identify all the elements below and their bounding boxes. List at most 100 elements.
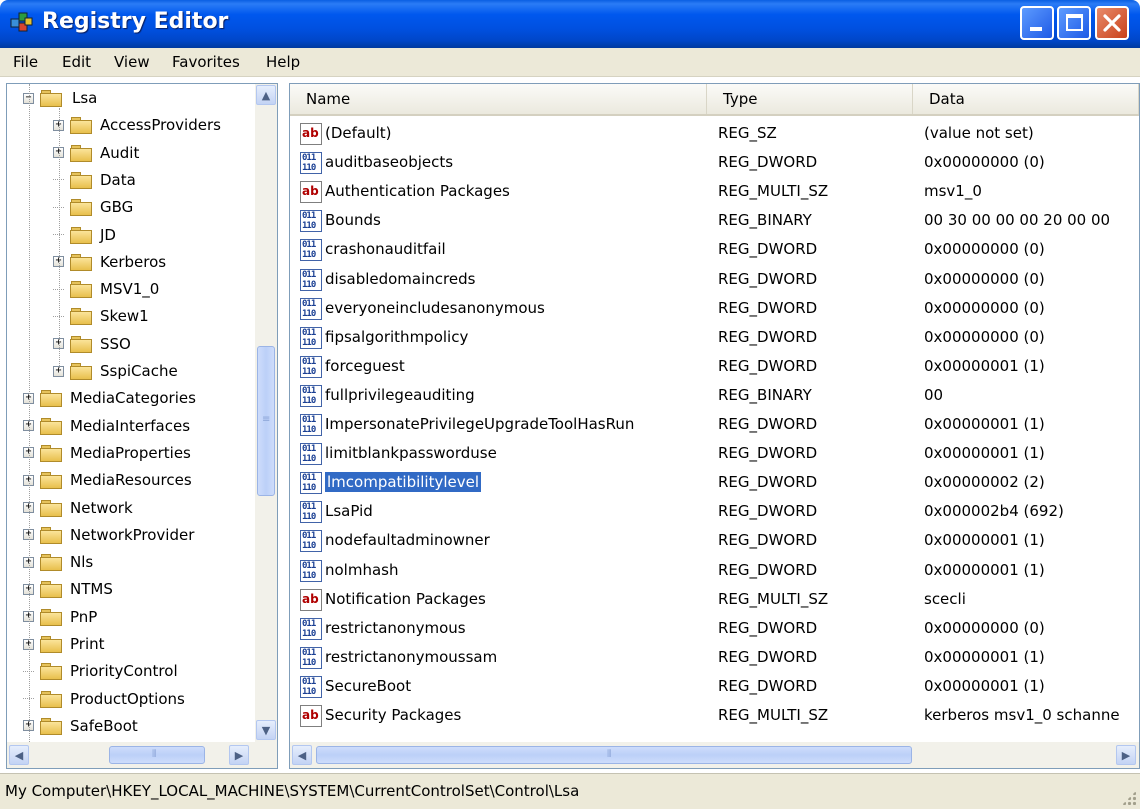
tree-item-ntms[interactable]: + NTMS — [23, 578, 113, 600]
value-name[interactable]: lmcompatibilitylevel — [323, 471, 483, 494]
tree-item-mediaproperties[interactable]: + MediaProperties — [23, 442, 191, 464]
value-name[interactable]: ImpersonatePrivilegeUpgradeToolHasRun — [325, 415, 634, 433]
minimize-button[interactable] — [1020, 6, 1054, 40]
value-name[interactable]: fullprivilegeauditing — [325, 386, 475, 404]
menu-favorites[interactable]: Favorites — [172, 53, 240, 71]
list-row[interactable]: 011 110 Bounds REG_BINARY 00 30 00 00 00 20… — [290, 207, 1139, 236]
tree-item-productoptions[interactable]: ProductOptions — [23, 688, 185, 710]
menu-file[interactable]: File — [13, 53, 38, 71]
folder-icon — [40, 389, 64, 408]
value-name[interactable]: SecureBoot — [325, 677, 411, 695]
list-row[interactable]: 011 110 auditbaseobjects REG_DWORD 0x000000… — [290, 149, 1139, 178]
value-name[interactable]: everyoneincludesanonymous — [325, 299, 545, 317]
value-name[interactable]: Authentication Packages — [325, 182, 510, 200]
tree-scroll-right-button[interactable]: ▶ — [229, 745, 249, 765]
tree-scroll-up-button[interactable]: ▲ — [256, 85, 276, 105]
value-name[interactable]: crashonauditfail — [325, 240, 446, 258]
value-name[interactable]: Security Packages — [325, 706, 461, 724]
list-row[interactable]: 011 110 crashonauditfail REG_DWORD 0x000000… — [290, 236, 1139, 265]
list-row[interactable]: ab Authentication Packages REG_MULTI_SZ msv… — [290, 178, 1139, 207]
column-header-type[interactable]: Type — [707, 84, 913, 114]
list-row[interactable]: 011 110 ImpersonatePrivilegeUpgradeToolHa… — [290, 411, 1139, 440]
maximize-button[interactable] — [1057, 6, 1091, 40]
values-list-pane[interactable]: Name Type Data ab (Default) REG_SZ (value n… — [289, 83, 1140, 769]
tree-item-network[interactable]: + Network — [23, 497, 133, 519]
value-name[interactable]: auditbaseobjects — [325, 153, 453, 171]
value-name[interactable]: nolmhash — [325, 561, 398, 579]
tree-item-audit[interactable]: + Audit — [53, 142, 139, 164]
list-row[interactable]: 011 110 everyoneincludesanonymous REG_DWOR… — [290, 295, 1139, 324]
list-row[interactable]: 011 110 SecureBoot REG_DWORD 0x00000001 (1) — [290, 673, 1139, 702]
tree-item-sso[interactable]: + SSO — [53, 333, 131, 355]
tree-item-accessproviders[interactable]: + AccessProviders — [53, 114, 221, 136]
tree-scroll-thumb[interactable]: ≡ — [257, 346, 275, 496]
list-row[interactable]: 011 110 limitblankpassworduse REG_DWORD 0x0… — [290, 440, 1139, 469]
value-name[interactable]: Bounds — [325, 211, 381, 229]
tree-item-safeboot[interactable]: + SafeBoot — [23, 715, 138, 737]
column-header-data[interactable]: Data — [913, 84, 1139, 114]
list-row[interactable]: 011 110 LsaPid REG_DWORD 0x000002b4 (692) — [290, 498, 1139, 527]
list-row[interactable]: 011 110 fullprivilegeauditing REG_BINARY 00 — [290, 382, 1139, 411]
list-row[interactable]: ab (Default) REG_SZ (value not set) — [290, 120, 1139, 149]
tree-item-msv1-0[interactable]: MSV1_0 — [53, 278, 159, 300]
resize-grip-icon[interactable] — [1122, 791, 1136, 805]
tree-item-nls[interactable]: + Nls — [23, 551, 93, 573]
key-tree-pane[interactable]: − Lsa + AccessProviders + Audit Data GBG JD + Kerb… — [6, 83, 278, 769]
list-scroll-left-button[interactable]: ◀ — [292, 745, 312, 765]
list-row[interactable]: 011 110 disabledomaincreds REG_DWORD 0x0000… — [290, 266, 1139, 295]
menu-edit[interactable]: Edit — [62, 53, 91, 71]
list-row[interactable]: 011 110 nodefaultadminowner REG_DWORD 0x000… — [290, 527, 1139, 556]
folder-icon — [70, 144, 94, 162]
list-row[interactable]: 011 110 restrictanonymous REG_DWORD 0x00000… — [290, 615, 1139, 644]
list-row[interactable]: ab Notification Packages REG_MULTI_SZ scecl… — [290, 586, 1139, 615]
list-horizontal-scrollbar[interactable]: ◀ ⦀ ▶ — [290, 742, 1139, 768]
tree-item-gbg[interactable]: GBG — [53, 196, 133, 218]
tree-scroll-left-button[interactable]: ◀ — [9, 745, 29, 765]
tree-vertical-scrollbar[interactable]: ▲ ≡ ▼ — [255, 84, 277, 742]
value-name[interactable]: nodefaultadminowner — [325, 531, 490, 549]
value-name[interactable]: restrictanonymous — [325, 619, 466, 637]
tree-item-mediacategories[interactable]: + MediaCategories — [23, 387, 196, 409]
tree-item-print[interactable]: + Print — [23, 633, 105, 655]
list-row[interactable]: ab Security Packages REG_MULTI_SZ kerberos … — [290, 702, 1139, 731]
value-name[interactable]: (Default) — [325, 124, 392, 142]
tree-item-networkprovider[interactable]: + NetworkProvider — [23, 524, 194, 546]
column-header-name[interactable]: Name — [290, 84, 707, 114]
chevron-left-icon: ◀ — [14, 748, 24, 762]
tree-item-jd[interactable]: JD — [53, 224, 116, 246]
value-name[interactable]: limitblankpassworduse — [325, 444, 497, 462]
title-bar[interactable]: Registry Editor — [0, 0, 1140, 48]
folder-icon — [40, 717, 64, 735]
tree-item-data[interactable]: Data — [53, 169, 136, 191]
value-icon-glyph: 011 110 — [302, 676, 316, 697]
value-name[interactable]: restrictanonymoussam — [325, 648, 497, 666]
list-row[interactable]: 011 110 nolmhash REG_DWORD 0x00000001 (1) — [290, 557, 1139, 586]
tree-item-pnp[interactable]: + PnP — [23, 606, 97, 628]
tree-item-lsa[interactable]: − Lsa — [23, 87, 99, 109]
tree-item-kerberos[interactable]: + Kerberos — [53, 251, 166, 273]
status-path: My Computer\HKEY_LOCAL_MACHINE\SYSTEM\Cu… — [5, 782, 580, 800]
tree-horizontal-scrollbar[interactable]: ◀ ⦀ ▶ — [7, 742, 277, 768]
list-scroll-right-button[interactable]: ▶ — [1116, 745, 1136, 765]
list-row[interactable]: 011 110 forceguest REG_DWORD 0x00000001 (1) — [290, 353, 1139, 382]
value-name[interactable]: forceguest — [325, 357, 405, 375]
tree-item-skew1[interactable]: Skew1 — [53, 305, 149, 327]
folder-icon — [40, 662, 64, 681]
tree-item-mediaresources[interactable]: + MediaResources — [23, 469, 192, 491]
list-row[interactable]: 011 110 restrictanonymoussam REG_DWORD 0x00… — [290, 644, 1139, 673]
value-name[interactable]: fipsalgorithmpolicy — [325, 328, 468, 346]
list-row[interactable]: 011 110 lmcompatibilitylevel REG_DWORD 0x00… — [290, 469, 1139, 498]
tree-hscroll-thumb[interactable]: ⦀ — [109, 746, 205, 764]
value-name[interactable]: LsaPid — [325, 502, 373, 520]
value-name[interactable]: disabledomaincreds — [325, 270, 475, 288]
value-name[interactable]: Notification Packages — [325, 590, 486, 608]
list-row[interactable]: 011 110 fipsalgorithmpolicy REG_DWORD 0x000… — [290, 324, 1139, 353]
menu-help[interactable]: Help — [266, 53, 300, 71]
tree-scroll-down-button[interactable]: ▼ — [256, 720, 276, 740]
close-button[interactable] — [1095, 6, 1129, 40]
list-hscroll-thumb[interactable]: ⦀ — [316, 746, 912, 764]
menu-view[interactable]: View — [114, 53, 150, 71]
tree-item-mediainterfaces[interactable]: + MediaInterfaces — [23, 415, 190, 437]
tree-item-prioritycontrol[interactable]: PriorityControl — [23, 660, 178, 682]
tree-item-sspicache[interactable]: + SspiCache — [53, 360, 178, 382]
